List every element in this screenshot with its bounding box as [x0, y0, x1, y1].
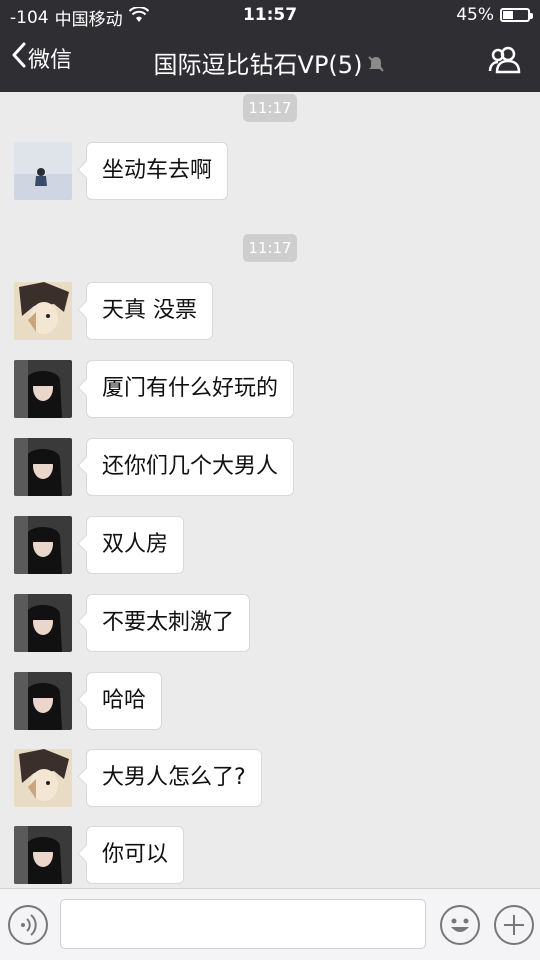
message-bubble[interactable]: 哈哈	[86, 672, 163, 730]
message-bubble[interactable]: 坐动车去啊	[86, 142, 229, 200]
message-bubble[interactable]: 不要太刺激了	[86, 594, 251, 652]
chat-area[interactable]: 11:17 坐动车去啊 11:17 天真 没票 厦门有什么好玩的 还你们几个大男…	[0, 92, 540, 888]
message-input[interactable]	[60, 899, 426, 949]
message-bubble[interactable]: 厦门有什么好玩的	[86, 360, 295, 418]
avatar-anime[interactable]	[14, 282, 72, 340]
status-bar: -104 中国移动 11:57 45%	[0, 0, 540, 32]
emoji-icon[interactable]	[440, 905, 480, 945]
avatar-dark-hair[interactable]	[14, 438, 72, 496]
battery-icon	[500, 8, 533, 22]
message-bubble[interactable]: 双人房	[86, 516, 185, 574]
nav-bar: 微信 国际逗比钻石VP(5)	[0, 32, 540, 92]
avatar-dark-hair[interactable]	[14, 672, 72, 730]
message-bubble[interactable]: 大男人怎么了?	[86, 749, 262, 807]
avatar-dark-hair[interactable]	[14, 516, 72, 574]
message-bubble[interactable]: 还你们几个大男人	[86, 438, 295, 496]
timestamp: 11:17	[243, 94, 297, 122]
top-bar: -104 中国移动 11:57 45% 微信 国际逗比钻石VP(5)	[0, 0, 540, 92]
avatar-dark-hair[interactable]	[14, 360, 72, 418]
message-bubble[interactable]: 你可以	[86, 826, 185, 884]
avatar-dark-hair[interactable]	[14, 594, 72, 652]
plus-icon[interactable]	[494, 905, 534, 945]
message-bubble[interactable]: 天真 没票	[86, 282, 213, 340]
chat-title: 国际逗比钻石VP(5)	[153, 51, 363, 79]
avatar-dark-hair[interactable]	[14, 826, 72, 884]
battery-percent: 45%	[456, 5, 494, 25]
avatar-girl-sea[interactable]	[14, 142, 72, 200]
timestamp: 11:17	[243, 234, 297, 262]
chat-title-wrap: 国际逗比钻石VP(5)	[0, 45, 540, 80]
input-bar	[0, 888, 540, 960]
mute-bell-icon	[366, 52, 386, 80]
group-members-icon[interactable]	[488, 46, 522, 78]
avatar-anime[interactable]	[14, 749, 72, 807]
voice-icon[interactable]	[8, 905, 48, 945]
